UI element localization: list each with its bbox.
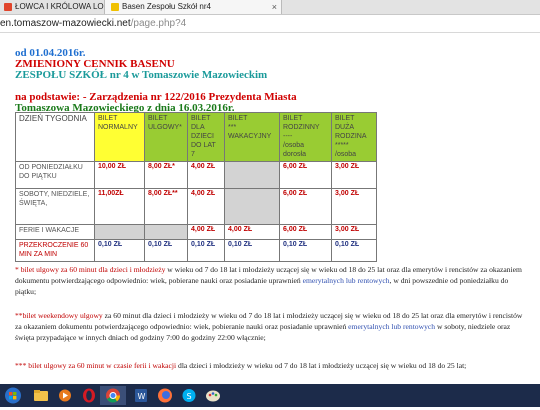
price-cell: 10,00 ZŁ [94, 161, 145, 189]
row-label: PRZEKROCZENIE 60 MIN ZA MIN [15, 239, 95, 262]
price-cell: 0,10 ZŁ [279, 239, 332, 262]
header-rodzinny: BILET RODZINNY ---- /osoba dorosła [279, 112, 332, 162]
row-label: OD PONIEDZIAŁKU DO PIĄTKU [15, 161, 95, 189]
tab-title: ŁOWCA I KRÓLOWA LODU [15, 2, 104, 11]
taskbar: W S [0, 384, 540, 407]
table-row: SOBOTY, NIEDZIELE, ŚWIĘTA, 11,00ZŁ 8,00 … [15, 188, 377, 225]
header-duza-rodzina: BILET DUŻA RODZINA ***** /osoba [331, 112, 377, 162]
tab-bar: ŁOWCA I KRÓLOWA LODU Basen Zespołu Szkół… [0, 0, 540, 15]
page-content: od 01.04.2016r. ZMIENIONY CENNIK BASENU … [0, 33, 540, 384]
tab-lowca[interactable]: ŁOWCA I KRÓLOWA LODU [0, 0, 104, 14]
price-cell: 0,10 ZŁ [94, 239, 145, 262]
price-cell: 3,00 ZŁ [331, 224, 377, 240]
opera-icon[interactable] [78, 386, 100, 405]
empty-cell [94, 224, 145, 240]
price-cell: 6,00 ZŁ [279, 188, 332, 225]
price-cell: 3,00 ZŁ [331, 188, 377, 225]
price-cell: 11,00ZŁ [94, 188, 145, 225]
price-cell: 4,00 ZŁ [187, 161, 225, 189]
chrome-icon[interactable] [100, 386, 126, 405]
empty-cell [224, 161, 280, 189]
header-wakacyjny: BILET *** WAKACYJNY [224, 112, 280, 162]
price-cell: 8,00 ZŁ** [144, 188, 188, 225]
corner-cell: DZIEŃ TYGODNIA [15, 112, 95, 162]
tab-basen[interactable]: Basen Zespołu Szkół nr4 × [104, 0, 282, 14]
site-favicon-icon [111, 2, 119, 11]
header-normalny: BILET NORMALNY [94, 112, 145, 162]
note-2: **bilet weekendowy ulgowy za 60 minut dl… [15, 311, 523, 342]
empty-cell [144, 224, 188, 240]
page-subtitle: ZESPOŁU SZKÓŁ nr 4 w Tomaszowie Mazowiec… [15, 69, 268, 81]
price-cell: 0,10 ZŁ [331, 239, 377, 262]
price-table: DZIEŃ TYGODNIA BILET NORMALNY BILET ULGO… [15, 112, 377, 262]
url-host: en.tomaszow-mazowiecki.net [0, 18, 131, 29]
header-dzieci: BILET DLA DZIECI DO LAT 7 [187, 112, 225, 162]
table-row: FERIE I WAKACJE 4,00 ZŁ 4,00 ZŁ 6,00 ZŁ … [15, 224, 377, 240]
empty-cell [224, 188, 280, 225]
address-bar[interactable]: en.tomaszow-mazowiecki.net/page.php?4 [0, 15, 540, 33]
word-icon[interactable]: W [130, 386, 152, 405]
row-label: FERIE I WAKACJE [15, 224, 95, 240]
table-header-row: DZIEŃ TYGODNIA BILET NORMALNY BILET ULGO… [15, 112, 377, 162]
price-cell: 6,00 ZŁ [279, 224, 332, 240]
price-cell: 8,00 ZŁ* [144, 161, 188, 189]
media-icon[interactable] [54, 386, 76, 405]
price-cell: 0,10 ZŁ [224, 239, 280, 262]
tab-title: Basen Zespołu Szkół nr4 [122, 2, 211, 11]
price-cell: 0,10 ZŁ [187, 239, 225, 262]
table-row: PRZEKROCZENIE 60 MIN ZA MIN 0,10 ZŁ 0,10… [15, 239, 377, 262]
price-cell: 4,00 ZŁ [187, 188, 225, 225]
price-cell: 3,00 ZŁ [331, 161, 377, 189]
price-cell: 6,00 ZŁ [279, 161, 332, 189]
folder-icon[interactable] [30, 386, 52, 405]
youtube-favicon-icon [4, 2, 12, 11]
note-1: * bilet ulgowy za 60 minut dla dzieci i … [15, 265, 522, 296]
svg-text:S: S [187, 392, 192, 401]
price-cell: 4,00 ZŁ [224, 224, 280, 240]
svg-text:W: W [138, 392, 146, 401]
price-cell: 0,10 ZŁ [144, 239, 188, 262]
header-ulgowy: BILET ULGOWY* [144, 112, 188, 162]
close-icon[interactable]: × [272, 0, 277, 14]
row-label: SOBOTY, NIEDZIELE, ŚWIĘTA, [15, 188, 95, 225]
url-path: /page.php?4 [130, 18, 187, 29]
skype-icon[interactable]: S [178, 386, 200, 405]
note-3: *** bilet ulgowy za 60 minut w czasie fe… [15, 361, 467, 370]
price-cell: 4,00 ZŁ [187, 224, 225, 240]
table-row: OD PONIEDZIAŁKU DO PIĄTKU 10,00 ZŁ 8,00 … [15, 161, 377, 189]
firefox-icon[interactable] [154, 386, 176, 405]
windows-start-icon[interactable] [2, 386, 24, 405]
paint-icon[interactable] [202, 386, 224, 405]
